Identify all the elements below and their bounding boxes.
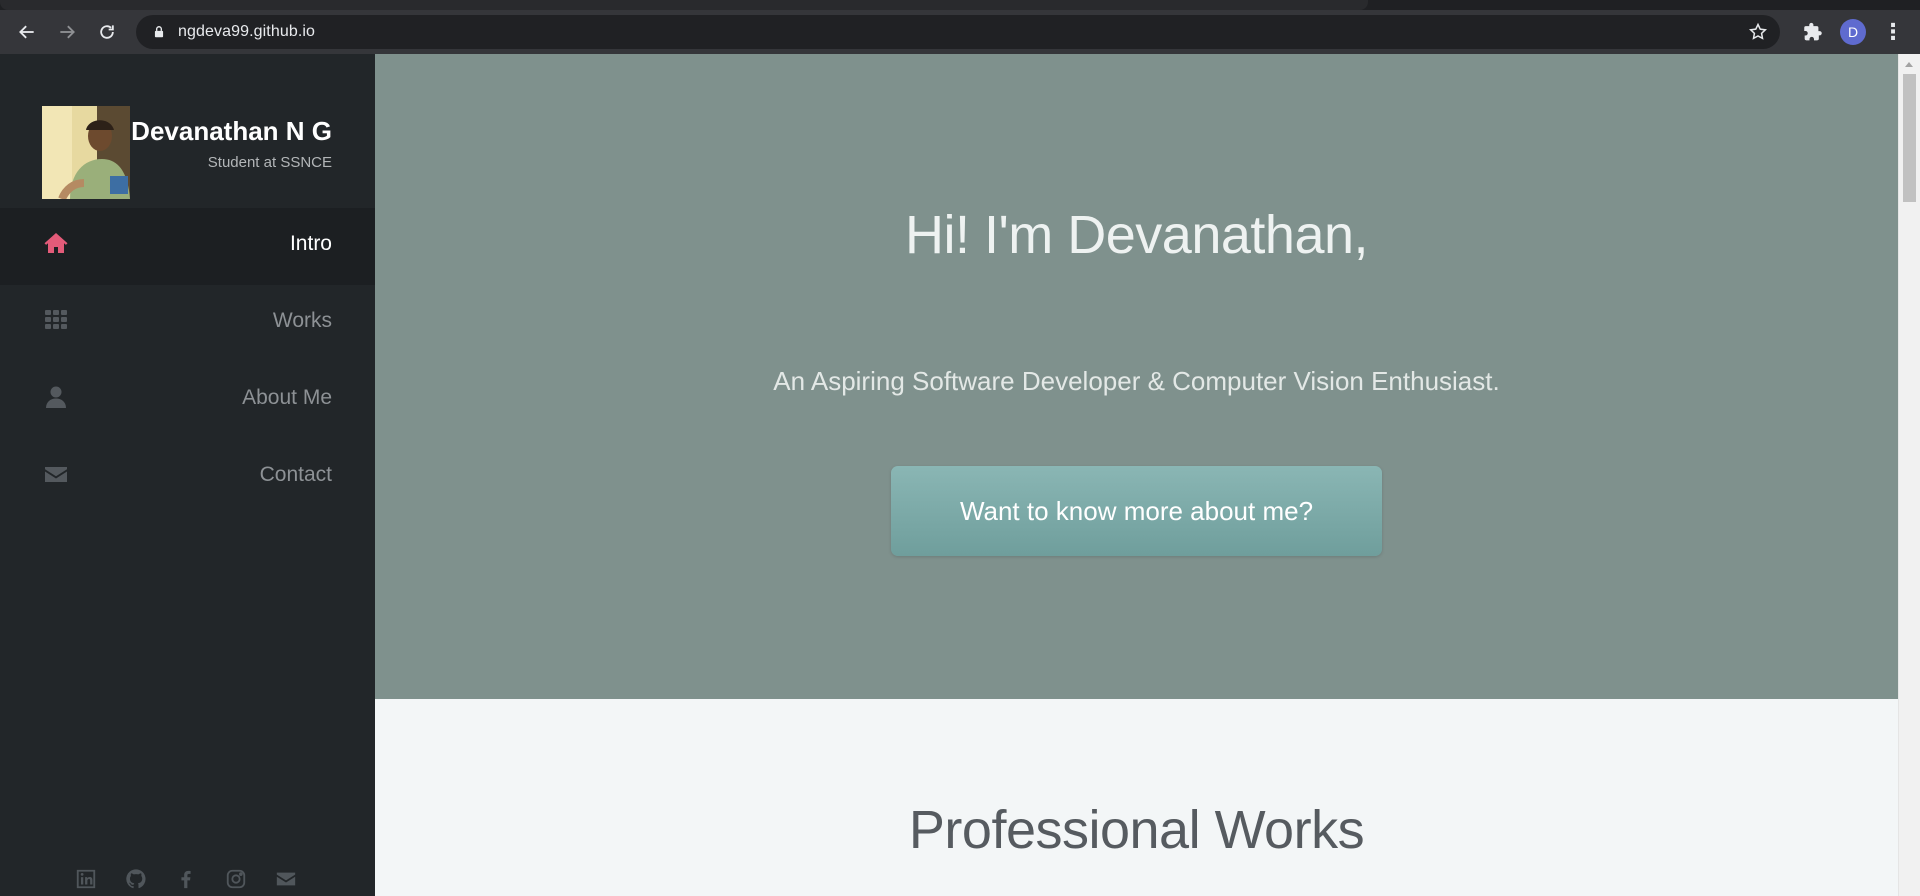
sidebar-item-label: Contact [259,463,332,486]
works-title: Professional Works [908,800,1365,860]
sidebar: Devanathan N G Student at SSNCE Intro Wo… [0,54,375,896]
sidebar-nav: Intro Works About Me Contact [0,208,375,516]
github-icon[interactable] [125,868,147,890]
url-text: ngdeva99.github.io [178,23,316,40]
page-scrollbar[interactable] [1898,54,1920,896]
sidebar-item-works[interactable]: Works [0,285,375,362]
profile-role: Student at SSNCE [207,154,332,171]
linkedin-icon[interactable] [75,868,97,890]
puzzle-icon [1804,22,1822,41]
menu-button[interactable]: ⋮ [1876,15,1910,49]
intro-section: Hi! I'm Devanathan, An Aspiring Software… [375,54,1898,699]
social-links [75,868,297,890]
address-bar[interactable]: ngdeva99.github.io [136,15,1780,49]
grid-icon [45,310,67,329]
sidebar-item-about-me[interactable]: About Me [0,362,375,439]
scroll-up-arrow-icon[interactable] [1905,62,1913,67]
back-arrow-icon [19,25,34,39]
reload-button[interactable] [90,15,124,49]
bookmark-star-icon[interactable] [1748,22,1768,42]
page-viewport: Devanathan N G Student at SSNCE Intro Wo… [0,54,1920,896]
tab-strip [0,0,1920,10]
navigation-buttons [10,15,124,49]
sidebar-item-intro[interactable]: Intro [0,208,375,285]
browser-toolbar: ngdeva99.github.io D ⋮ [0,10,1920,54]
toolbar-right: D ⋮ [1796,15,1910,49]
reload-icon [100,25,114,39]
sidebar-item-label: Intro [289,232,332,255]
forward-arrow-icon [60,25,75,39]
forward-button[interactable] [50,15,84,49]
kebab-menu-icon: ⋮ [1882,19,1904,44]
hero-subtitle: An Aspiring Software Developer & Compute… [773,366,1500,396]
main-content: Hi! I'm Devanathan, An Aspiring Software… [375,54,1898,896]
extensions-button[interactable] [1796,15,1830,49]
scrollbar-thumb[interactable] [1903,74,1916,202]
profile-photo [42,106,130,199]
lock-icon [154,26,164,38]
back-button[interactable] [10,15,44,49]
sidebar-item-contact[interactable]: Contact [0,439,375,516]
sidebar-item-label: Works [272,309,332,332]
know-more-button[interactable]: Want to know more about me? [891,466,1382,556]
profile-button[interactable]: D [1836,15,1870,49]
instagram-icon[interactable] [225,868,247,890]
works-section: Professional Works [375,699,1898,896]
profile-header: Devanathan N G Student at SSNCE [42,106,342,206]
user-icon [46,386,66,408]
browser-tab[interactable] [0,0,1368,10]
hero-title: Hi! I'm Devanathan, [904,205,1369,265]
profile-avatar: D [1840,19,1866,45]
profile-name: Devanathan N G [131,116,332,146]
facebook-icon[interactable] [175,868,197,890]
email-icon[interactable] [275,868,297,890]
profile-photo-image [42,106,130,199]
home-icon [44,233,68,253]
sidebar-item-label: About Me [242,386,332,409]
envelope-icon [45,467,67,482]
